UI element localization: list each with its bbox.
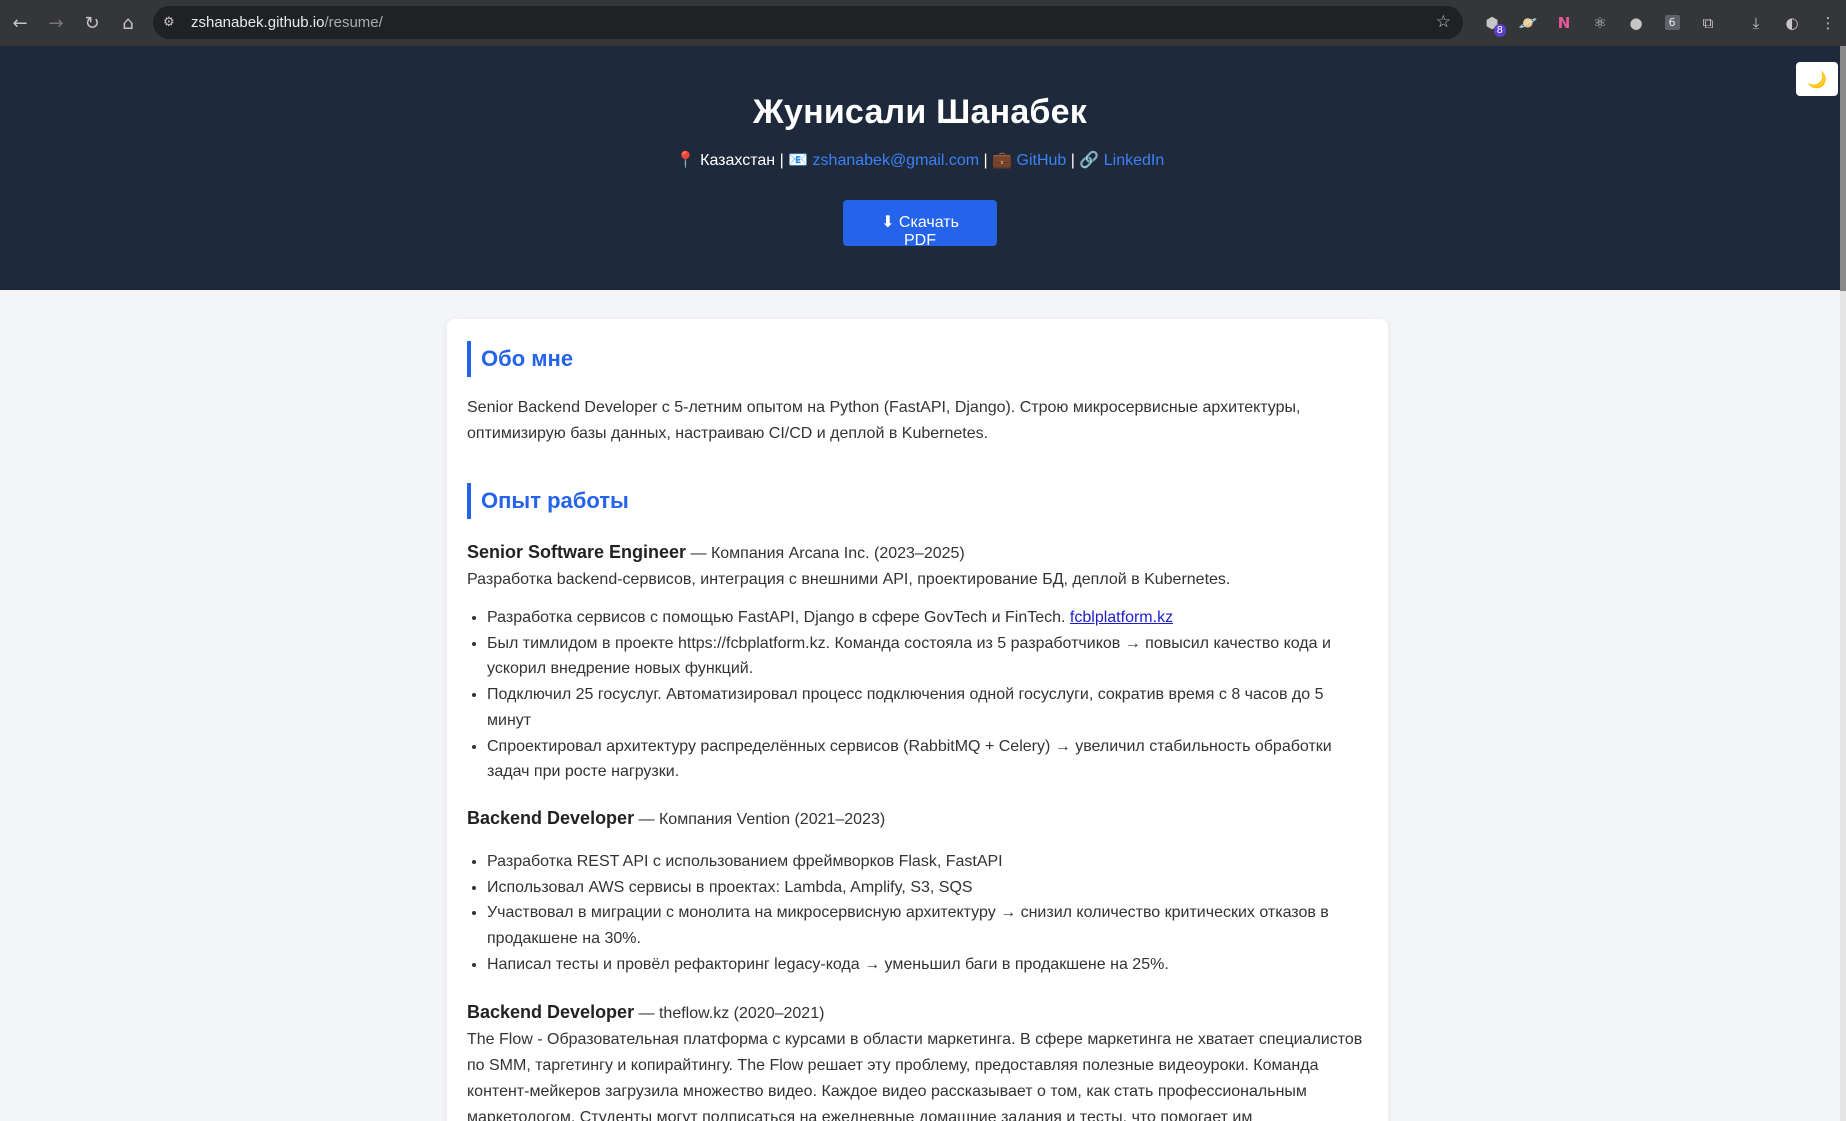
experience-heading: Опыт работы xyxy=(467,483,1368,519)
extension-badge: 8 xyxy=(1493,24,1506,37)
list-item: Спроектировал архитектуру распределённых… xyxy=(487,734,1368,785)
job-role: Backend Developer xyxy=(467,1002,635,1023)
separator: | xyxy=(1066,152,1080,169)
job-role: Backend Developer xyxy=(467,807,635,828)
list-item: Разработка сервисов с помощью FastAPI, D… xyxy=(487,605,1368,631)
moon-icon: 🌙 xyxy=(1807,69,1827,89)
list-item: Разработка REST API с использованием фре… xyxy=(487,849,1368,875)
job-entry: Senior Software Engineer — Компания Arca… xyxy=(467,539,1368,785)
extension-react-icon[interactable]: ⚛ xyxy=(1582,6,1618,39)
resume-header: Жунисали Шанабек 📍 Казахстан | 📧 zshanab… xyxy=(0,46,1840,290)
site-info-icon[interactable]: ⚙ xyxy=(163,15,183,30)
separator: | xyxy=(775,152,789,169)
job-description: The Flow - Образовательная платформа с к… xyxy=(467,1031,1363,1121)
page-title: Жунисали Шанабек xyxy=(753,93,1087,131)
job-bullets: Разработка REST API с использованием фре… xyxy=(467,849,1368,978)
job-header: Backend Developer — Компания Vention (20… xyxy=(467,805,1368,833)
extension-count: 6 xyxy=(1664,15,1680,30)
extension-planet-icon[interactable]: 🪐 xyxy=(1510,6,1546,39)
email-link[interactable]: zshanabek@gmail.com xyxy=(813,152,980,169)
scrollbar-thumb[interactable] xyxy=(1840,46,1846,291)
job-bullets: Разработка сервисов с помощью FastAPI, D… xyxy=(467,605,1368,785)
github-link[interactable]: GitHub xyxy=(1017,152,1067,169)
resume-card: Обо мне Senior Backend Developer с 5-лет… xyxy=(447,319,1388,1121)
email-icon: 📧 xyxy=(788,152,809,169)
job-entry: Backend Developer — theflow.kz (2020–202… xyxy=(467,999,1368,1121)
job-header: Backend Developer — theflow.kz (2020–202… xyxy=(467,999,1368,1027)
extension-circle-icon[interactable]: ● xyxy=(1618,6,1654,39)
job-company: — Компания Vention (2021–2023) xyxy=(634,810,886,828)
extension-n-icon[interactable]: N xyxy=(1546,6,1582,39)
job-company: — Компания Arcana Inc. (2023–2025) xyxy=(686,545,965,562)
home-icon[interactable]: ⌂ xyxy=(110,5,146,41)
list-item: Подключил 25 госуслуг. Автоматизировал п… xyxy=(487,682,1368,733)
job-company: — theflow.kz (2020–2021) xyxy=(634,1005,825,1023)
contact-line: 📍 Казахстан | 📧 zshanabek@gmail.com | 💼 … xyxy=(0,150,1840,170)
list-item: Участвовал в миграции с монолита на микр… xyxy=(487,900,1368,951)
link-icon: 🔗 xyxy=(1079,152,1100,169)
job-entry: Backend Developer — Компания Vention (20… xyxy=(467,805,1368,978)
extension-count-icon[interactable]: 6 xyxy=(1654,6,1690,39)
theme-toggle-button[interactable]: 🌙 xyxy=(1796,62,1838,96)
briefcase-icon: 💼 xyxy=(992,152,1013,169)
profile-avatar-icon[interactable]: ◐ xyxy=(1774,6,1810,39)
list-item: Использовал AWS сервисы в проектах: Lamb… xyxy=(487,875,1368,901)
page-scrollbar[interactable] xyxy=(1840,46,1846,1121)
separator: | xyxy=(979,152,993,169)
forward-icon[interactable]: → xyxy=(38,5,74,41)
linkedin-link[interactable]: LinkedIn xyxy=(1104,152,1165,169)
extensions-puzzle-icon[interactable]: ⧉ xyxy=(1690,6,1726,39)
location-text: Казахстан xyxy=(700,152,776,169)
bookmark-star-icon[interactable]: ☆ xyxy=(1436,12,1451,32)
job-description: Разработка backend-сервисов, интеграция … xyxy=(467,571,1231,588)
extension-hexagon-icon[interactable]: ⬢ 8 xyxy=(1474,6,1510,39)
browser-toolbar: ← → ↻ ⌂ ⚙ zshanabek.github.io/resume/ ☆ … xyxy=(0,0,1846,46)
url-path: /resume/ xyxy=(324,14,383,31)
reload-icon[interactable]: ↻ xyxy=(74,5,110,41)
download-icon[interactable]: ⤓ xyxy=(1738,6,1774,39)
menu-kebab-icon[interactable]: ⋮ xyxy=(1810,6,1846,39)
extensions-bar: ⬢ 8 🪐 N ⚛ ● 6 ⧉ ⤓ ◐ ⋮ xyxy=(1474,6,1846,39)
about-heading: Обо мне xyxy=(467,341,1368,377)
list-item: Был тимлидом в проекте https://fcbplatfo… xyxy=(487,631,1368,682)
location-pin-icon: 📍 xyxy=(675,152,696,169)
url-host: zshanabek.github.io xyxy=(191,14,325,31)
url-text[interactable]: zshanabek.github.io/resume/ xyxy=(191,14,383,31)
bullet-text: Разработка сервисов с помощью FastAPI, D… xyxy=(487,609,1070,626)
job-role: Senior Software Engineer xyxy=(467,542,687,562)
about-text: Senior Backend Developer с 5-летним опыт… xyxy=(467,399,1301,442)
job-header: Senior Software Engineer — Компания Arca… xyxy=(467,539,1368,567)
address-bar[interactable]: ⚙ zshanabek.github.io/resume/ ☆ xyxy=(153,6,1463,39)
fcblplatform-link[interactable]: fcblplatform.kz xyxy=(1070,609,1173,626)
download-pdf-button[interactable]: ⬇ Скачать PDF xyxy=(843,200,997,249)
back-icon[interactable]: ← xyxy=(2,5,38,41)
list-item: Написал тесты и провёл рефакторинг legac… xyxy=(487,952,1368,978)
